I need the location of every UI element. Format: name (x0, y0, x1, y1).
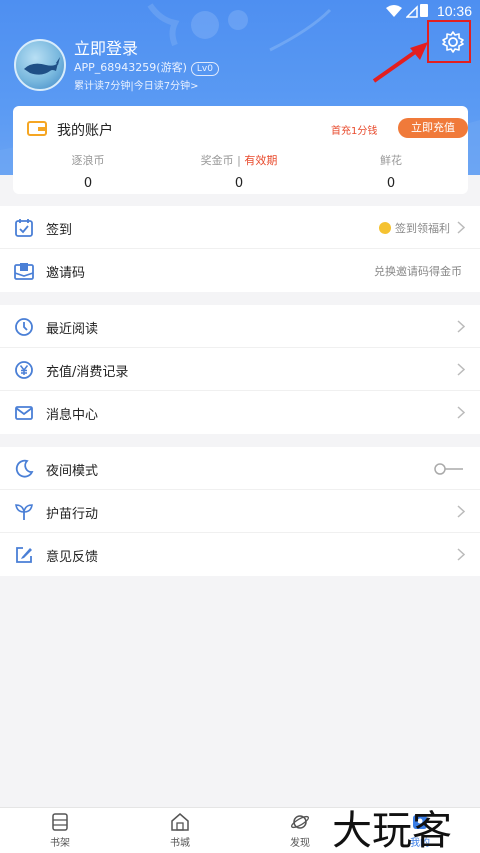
menu-hint: 兑换邀请码得金币 (374, 265, 462, 278)
invite-envelope-icon (14, 263, 34, 280)
menu-item-night-mode[interactable]: 夜间模式 (0, 447, 480, 490)
menu-label: 邀请码 (46, 266, 86, 281)
stat-flowers[interactable]: 鲜花 0 (341, 152, 441, 191)
whale-icon (24, 57, 60, 75)
yen-icon (15, 361, 33, 379)
account-title: 我的账户 (57, 123, 113, 139)
watermark-logo: 大玩客 (332, 808, 452, 853)
stat-label: 奖金币 | 有效期 (200, 154, 278, 167)
watermark-text: 大玩客 (332, 808, 452, 853)
signal-off-icon (406, 5, 418, 18)
menu-label: 意见反馈 (46, 550, 99, 565)
stat-label: 鲜花 (380, 154, 402, 167)
night-mode-toggle[interactable] (434, 463, 464, 475)
menu-label: 护苗行动 (46, 507, 99, 522)
chevron-right-icon (457, 505, 465, 518)
nav-tab-discover[interactable]: 发现 (270, 812, 330, 849)
coin-icon (379, 222, 391, 234)
menu-group-records: 最近阅读 充值/消费记录 消息中心 (0, 305, 480, 434)
status-bar: 10:36 (0, 0, 480, 24)
chevron-right-icon (457, 221, 465, 234)
nav-label: 书城 (170, 838, 190, 849)
planet-icon (290, 815, 310, 829)
user-id-text: APP_68943259(游客) (74, 61, 187, 74)
menu-hint: 签到领福利 (379, 220, 450, 236)
avatar[interactable] (14, 39, 66, 91)
menu-item-message-center[interactable]: 消息中心 (0, 391, 480, 434)
stat-label: 逐浪币 (71, 154, 105, 167)
edit-icon (16, 547, 32, 563)
clock-icon (15, 318, 33, 336)
settings-gear-icon[interactable] (438, 27, 468, 57)
menu-item-recent-reading[interactable]: 最近阅读 (0, 305, 480, 348)
menu-label: 签到 (46, 223, 73, 238)
status-time: 10:36 (436, 3, 472, 19)
stat-bonus-coins[interactable]: 奖金币 | 有效期 0 (189, 152, 289, 191)
stat-value: 0 (234, 176, 244, 191)
nav-label: 书架 (50, 838, 70, 849)
sprout-icon (15, 504, 33, 520)
menu-item-recharge-records[interactable]: 充值/消费记录 (0, 348, 480, 391)
store-icon (171, 813, 189, 831)
mail-icon (15, 406, 33, 420)
menu-group-settings: 夜间模式 护苗行动 意见反馈 (0, 447, 480, 576)
account-card: 我的账户 首充1分钱 立即充值 逐浪币 0 奖金币 | 有效期 0 鲜花 0 (13, 106, 468, 194)
bookshelf-icon (52, 813, 68, 831)
recharge-button[interactable]: 立即充值 (398, 118, 468, 138)
nav-tab-bookshelf[interactable]: 书架 (30, 812, 90, 849)
stat-label-text: 奖金币 (200, 154, 234, 167)
menu-group-rewards: 签到 签到领福利 邀请码 兑换邀请码得金币 (0, 206, 480, 292)
login-link[interactable]: 立即登录 (74, 35, 138, 59)
menu-item-checkin[interactable]: 签到 签到领福利 (0, 206, 480, 249)
user-id: APP_68943259(游客) Lv0 (74, 59, 219, 76)
menu-label: 消息中心 (46, 408, 99, 423)
calendar-check-icon (15, 219, 33, 237)
stat-value: 0 (386, 176, 396, 191)
menu-hint-text: 签到领福利 (395, 222, 450, 235)
validity-link[interactable]: 有效期 (244, 154, 277, 167)
menu-label: 夜间模式 (46, 464, 99, 479)
wallet-icon (27, 121, 47, 136)
moon-icon (15, 459, 34, 478)
level-badge: Lv0 (190, 62, 219, 76)
chevron-right-icon (457, 363, 465, 376)
menu-label: 充值/消费记录 (46, 365, 129, 380)
menu-label: 最近阅读 (46, 322, 99, 337)
stat-value: 0 (83, 176, 93, 191)
first-charge-promo: 首充1分钱 (331, 126, 378, 137)
battery-icon (420, 4, 428, 17)
reading-stats-link[interactable]: 累计读7分钟|今日读7分钟> (74, 77, 198, 92)
chevron-right-icon (457, 548, 465, 561)
chevron-right-icon (457, 320, 465, 333)
nav-label: 发现 (290, 838, 310, 849)
wifi-icon (386, 5, 402, 17)
nav-tab-bookstore[interactable]: 书城 (150, 812, 210, 849)
chevron-right-icon (457, 406, 465, 419)
stat-zhulang-coins[interactable]: 逐浪币 0 (38, 152, 138, 191)
annotation-arrow (372, 42, 428, 83)
menu-item-feedback[interactable]: 意见反馈 (0, 533, 480, 576)
menu-item-invite-code[interactable]: 邀请码 兑换邀请码得金币 (0, 249, 480, 292)
menu-item-youth-protection[interactable]: 护苗行动 (0, 490, 480, 533)
